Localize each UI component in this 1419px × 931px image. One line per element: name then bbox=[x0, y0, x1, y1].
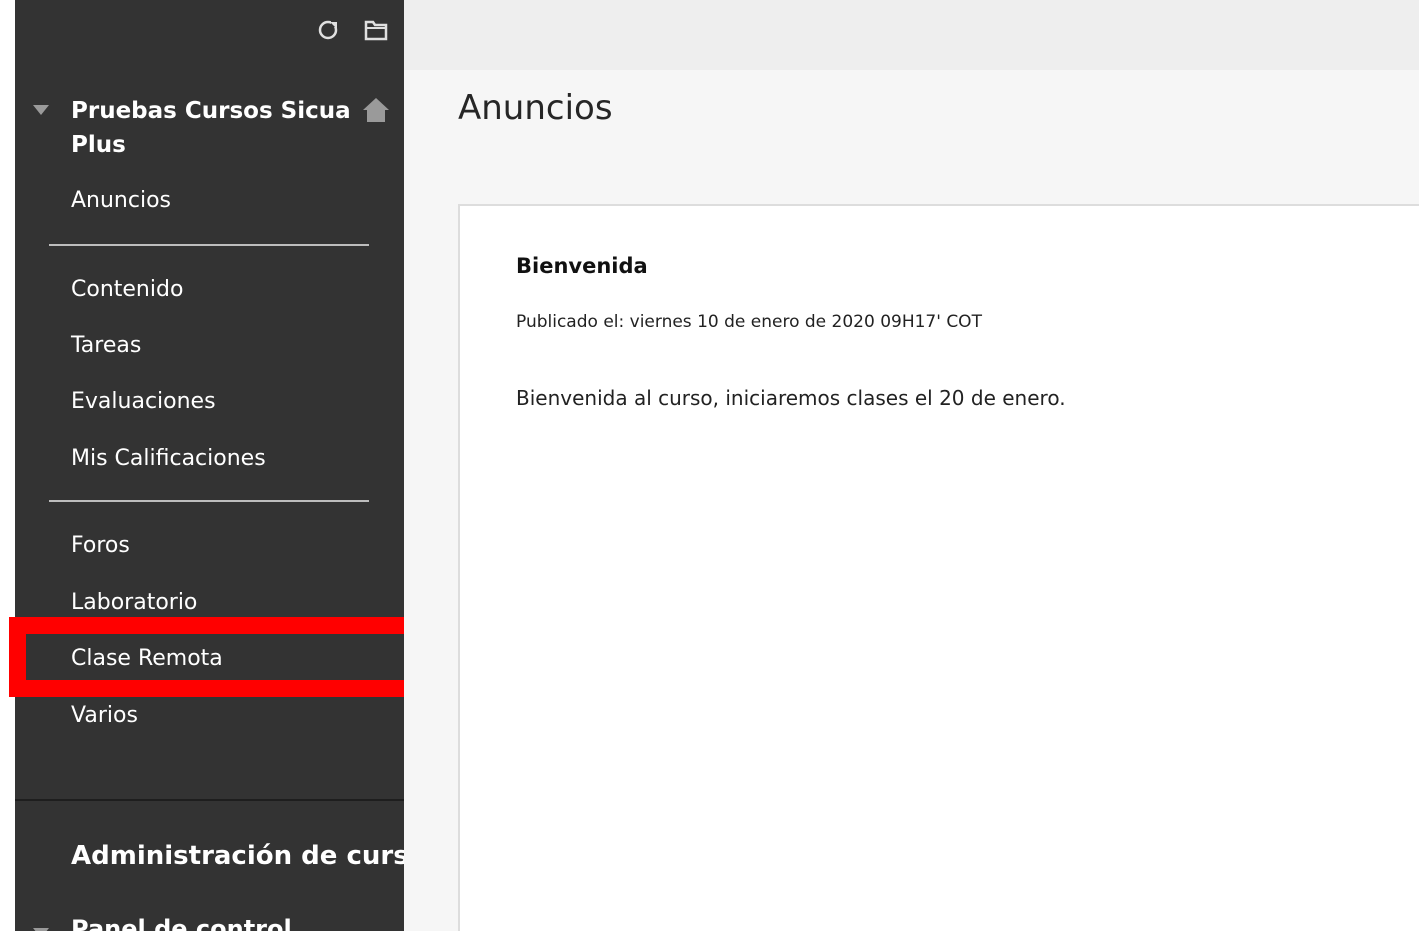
control-panel-row[interactable]: Panel de control bbox=[15, 913, 404, 931]
sidebar-item-evaluaciones[interactable]: Evaluaciones bbox=[71, 387, 216, 417]
admin-section-title: Administración de cursos bbox=[71, 841, 404, 871]
course-menu-sidebar: Pruebas Cursos Sicua Plus Anuncios Conte… bbox=[15, 0, 404, 931]
refresh-icon[interactable] bbox=[314, 16, 342, 44]
announcement-card: Bienvenida Publicado el: viernes 10 de e… bbox=[458, 204, 1419, 931]
page: Pruebas Cursos Sicua Plus Anuncios Conte… bbox=[0, 0, 1419, 931]
sidebar-item-contenido[interactable]: Contenido bbox=[71, 275, 183, 305]
announcement-posted-date: Publicado el: viernes 10 de enero de 202… bbox=[516, 312, 982, 332]
collapse-arrow-icon[interactable] bbox=[33, 925, 49, 931]
course-administration-section: Administración de cursos Panel de contro… bbox=[15, 799, 404, 931]
announcement-title: Bienvenida bbox=[516, 254, 648, 278]
sidebar-item-mis-calificaciones[interactable]: Mis Calificaciones bbox=[71, 444, 266, 474]
sidebar-divider bbox=[49, 500, 369, 502]
sidebar-item-anuncios[interactable]: Anuncios bbox=[71, 186, 171, 216]
sidebar-item-varios[interactable]: Varios bbox=[71, 701, 138, 731]
main-content: Anuncios Bienvenida Publicado el: vierne… bbox=[404, 70, 1419, 931]
top-bar bbox=[404, 0, 1419, 70]
folder-icon[interactable] bbox=[362, 16, 390, 44]
sidebar-item-clase-remota[interactable]: Clase Remota bbox=[71, 644, 223, 674]
control-panel-label[interactable]: Panel de control bbox=[71, 915, 292, 931]
announcement-body: Bienvenida al curso, iniciaremos clases … bbox=[516, 386, 1066, 410]
course-header: Pruebas Cursos Sicua Plus bbox=[15, 92, 404, 164]
home-icon[interactable] bbox=[361, 96, 391, 124]
sidebar-divider bbox=[49, 244, 369, 246]
sidebar-tools bbox=[314, 16, 390, 44]
sidebar-item-tareas[interactable]: Tareas bbox=[71, 331, 141, 361]
collapse-arrow-icon[interactable] bbox=[33, 102, 49, 115]
sidebar-item-foros[interactable]: Foros bbox=[71, 531, 130, 561]
course-title[interactable]: Pruebas Cursos Sicua Plus bbox=[71, 94, 351, 162]
sidebar-item-laboratorio[interactable]: Laboratorio bbox=[71, 588, 197, 618]
page-title: Anuncios bbox=[458, 88, 613, 128]
